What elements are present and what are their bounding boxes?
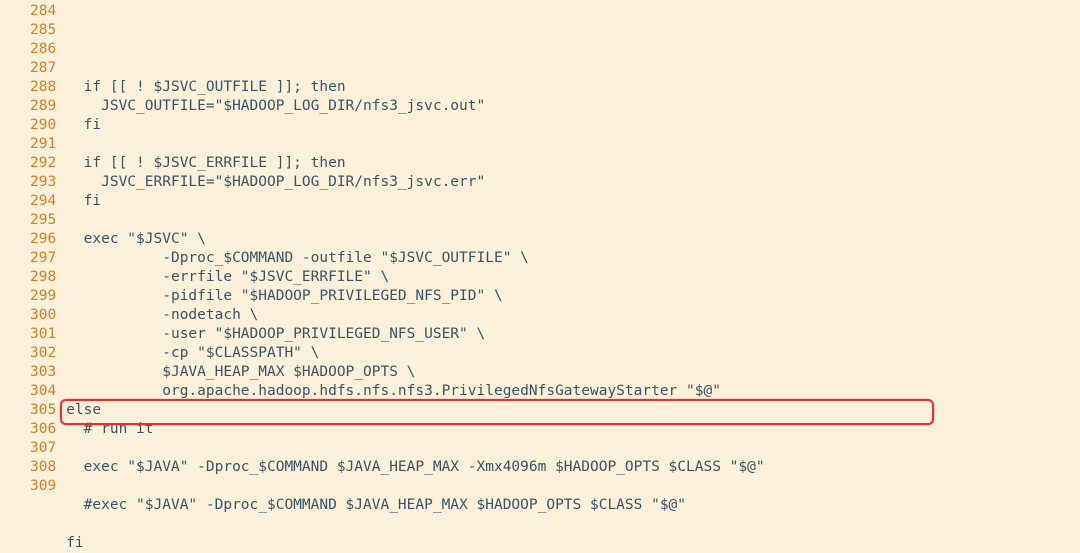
line-number: 306 bbox=[30, 420, 56, 439]
code-line: if [[ ! $JSVC_OUTFILE ]]; then bbox=[66, 78, 1080, 97]
code-line: exec "$JAVA" -Dproc_$COMMAND $JAVA_HEAP_… bbox=[66, 458, 1080, 477]
line-number: 288 bbox=[30, 78, 56, 97]
line-number: 301 bbox=[30, 325, 56, 344]
line-number: 298 bbox=[30, 268, 56, 287]
code-line: -pidfile "$HADOOP_PRIVILEGED_NFS_PID" \ bbox=[66, 287, 1080, 306]
line-number: 291 bbox=[30, 135, 56, 154]
code-area: if [[ ! $JSVC_OUTFILE ]]; then JSVC_OUTF… bbox=[66, 2, 1080, 553]
line-number: 290 bbox=[30, 116, 56, 135]
code-line: # run it bbox=[66, 420, 1080, 439]
code-line bbox=[66, 135, 1080, 154]
line-number: 293 bbox=[30, 173, 56, 192]
code-line: fi bbox=[66, 192, 1080, 211]
code-line bbox=[66, 211, 1080, 230]
code-line: else bbox=[66, 401, 1080, 420]
code-line bbox=[66, 439, 1080, 458]
line-number: 299 bbox=[30, 287, 56, 306]
line-number: 308 bbox=[30, 458, 56, 477]
line-number: 309 bbox=[30, 477, 56, 496]
code-line: -nodetach \ bbox=[66, 306, 1080, 325]
line-number: 284 bbox=[30, 2, 56, 21]
line-number: 295 bbox=[30, 211, 56, 230]
code-line: -Dproc_$COMMAND -outfile "$JSVC_OUTFILE"… bbox=[66, 249, 1080, 268]
code-editor: 2842852862872882892902912922932942952962… bbox=[0, 0, 1080, 553]
code-line: -errfile "$JSVC_ERRFILE" \ bbox=[66, 268, 1080, 287]
code-line: $JAVA_HEAP_MAX $HADOOP_OPTS \ bbox=[66, 363, 1080, 382]
line-number: 287 bbox=[30, 59, 56, 78]
code-line: -user "$HADOOP_PRIVILEGED_NFS_USER" \ bbox=[66, 325, 1080, 344]
line-number: 297 bbox=[30, 249, 56, 268]
code-line: -cp "$CLASSPATH" \ bbox=[66, 344, 1080, 363]
code-line bbox=[66, 477, 1080, 496]
line-number: 305 bbox=[30, 401, 56, 420]
line-number: 286 bbox=[30, 40, 56, 59]
code-line bbox=[66, 515, 1080, 534]
line-number: 300 bbox=[30, 306, 56, 325]
code-line: JSVC_OUTFILE="$HADOOP_LOG_DIR/nfs3_jsvc.… bbox=[66, 97, 1080, 116]
code-line: org.apache.hadoop.hdfs.nfs.nfs3.Privileg… bbox=[66, 382, 1080, 401]
line-number: 285 bbox=[30, 21, 56, 40]
code-line: JSVC_ERRFILE="$HADOOP_LOG_DIR/nfs3_jsvc.… bbox=[66, 173, 1080, 192]
line-number: 294 bbox=[30, 192, 56, 211]
line-number: 304 bbox=[30, 382, 56, 401]
code-line: exec "$JSVC" \ bbox=[66, 230, 1080, 249]
code-line bbox=[66, 59, 1080, 78]
line-number: 307 bbox=[30, 439, 56, 458]
code-line: fi bbox=[66, 116, 1080, 135]
line-number: 302 bbox=[30, 344, 56, 363]
code-line: if [[ ! $JSVC_ERRFILE ]]; then bbox=[66, 154, 1080, 173]
line-number: 292 bbox=[30, 154, 56, 173]
code-line: fi bbox=[66, 534, 1080, 553]
line-number: 296 bbox=[30, 230, 56, 249]
line-number: 303 bbox=[30, 363, 56, 382]
line-number-gutter: 2842852862872882892902912922932942952962… bbox=[0, 2, 66, 553]
code-line: #exec "$JAVA" -Dproc_$COMMAND $JAVA_HEAP… bbox=[66, 496, 1080, 515]
line-number: 289 bbox=[30, 97, 56, 116]
